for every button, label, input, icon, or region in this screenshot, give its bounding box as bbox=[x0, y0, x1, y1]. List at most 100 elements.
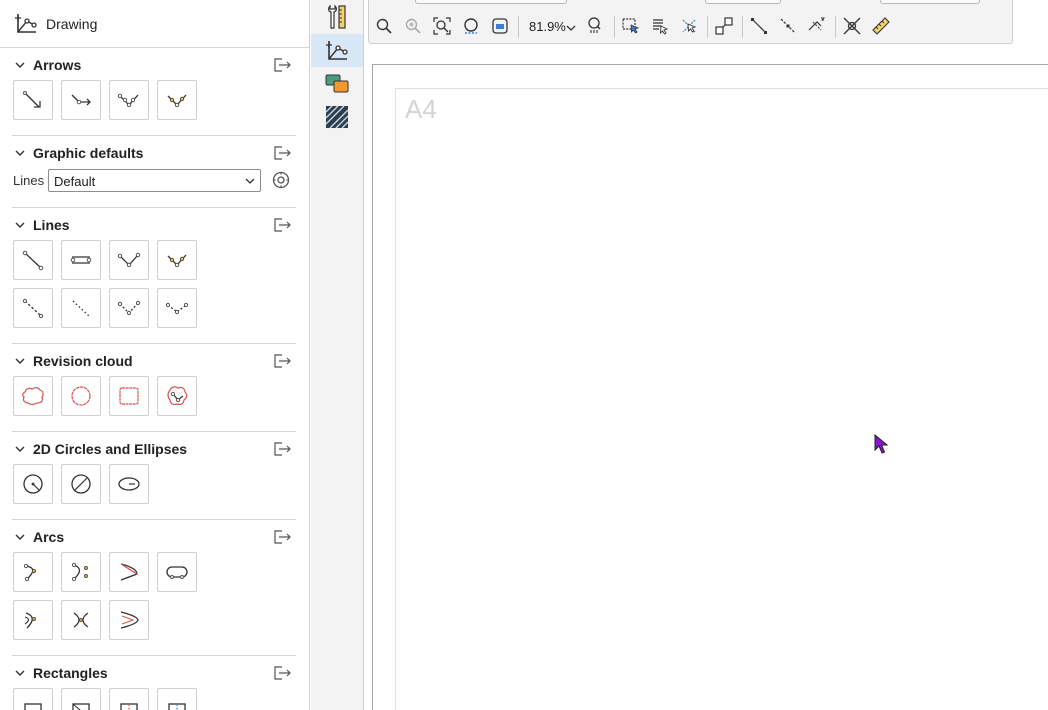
gear-icon[interactable] bbox=[272, 171, 290, 189]
chevron-down-icon[interactable] bbox=[14, 147, 26, 159]
undock-icon[interactable] bbox=[274, 666, 292, 680]
arrow-tool-polyline[interactable] bbox=[109, 80, 149, 120]
ruler-icon bbox=[872, 17, 890, 35]
undock-icon[interactable] bbox=[274, 146, 292, 160]
chevron-down-icon[interactable] bbox=[14, 531, 26, 543]
deselect-button[interactable] bbox=[678, 15, 700, 37]
snap-endpoint-button[interactable] bbox=[748, 15, 770, 37]
measure-button[interactable] bbox=[870, 15, 892, 37]
undock-icon[interactable] bbox=[274, 442, 292, 456]
section-header-lines[interactable]: Lines bbox=[0, 213, 308, 237]
chevron-down-icon[interactable] bbox=[14, 355, 26, 367]
rectangle-rounded-tool[interactable] bbox=[157, 688, 197, 710]
snap-intersection-button[interactable] bbox=[841, 15, 863, 37]
select-entities-button[interactable] bbox=[620, 15, 642, 37]
revision-cloud-edit-tool[interactable] bbox=[157, 376, 197, 416]
zoom-level-value[interactable]: 81.9% bbox=[529, 19, 566, 34]
arc-double-tool[interactable] bbox=[13, 600, 53, 640]
obround-icon bbox=[166, 566, 188, 579]
section-divider bbox=[12, 431, 296, 432]
chevron-down-icon[interactable] bbox=[566, 24, 576, 32]
arc-center-tool[interactable] bbox=[61, 552, 101, 592]
zoom-selection-icon bbox=[492, 18, 508, 34]
tab-modify[interactable] bbox=[311, 67, 363, 100]
arc-center-icon bbox=[71, 562, 88, 582]
circle-diameter-tool[interactable] bbox=[61, 464, 101, 504]
chevron-down-icon[interactable] bbox=[14, 59, 26, 71]
snap-midpoint-button[interactable] bbox=[777, 15, 799, 37]
undock-icon[interactable] bbox=[274, 58, 292, 72]
zoom-icon bbox=[376, 18, 392, 34]
arc-concentric-tool[interactable] bbox=[61, 600, 101, 640]
toolbar-stub[interactable] bbox=[880, 0, 980, 4]
rectangle-tool[interactable] bbox=[13, 688, 53, 710]
section-arrows: Arrows bbox=[0, 53, 308, 141]
zoom-selection-button[interactable] bbox=[489, 15, 511, 37]
drawing-sheet[interactable]: A4 bbox=[372, 64, 1048, 710]
zoom-button[interactable] bbox=[373, 15, 395, 37]
lines-style-select[interactable]: Default bbox=[48, 169, 261, 192]
dashed-dimension-tool[interactable] bbox=[61, 288, 101, 328]
zoom-100-icon bbox=[588, 17, 601, 33]
ellipse-tool[interactable] bbox=[109, 464, 149, 504]
rectangle-icon bbox=[24, 703, 42, 710]
snap-perpendicular-button[interactable] bbox=[806, 15, 828, 37]
chevron-down-icon[interactable] bbox=[14, 443, 26, 455]
zoom-extents-icon bbox=[433, 17, 451, 35]
zoom-100-button[interactable] bbox=[585, 15, 607, 37]
dash-line-icon bbox=[72, 300, 90, 317]
toolbar-stub[interactable] bbox=[705, 0, 781, 4]
arc-sector-tool[interactable] bbox=[109, 552, 149, 592]
polyline-tool[interactable] bbox=[109, 240, 149, 280]
snap-perpendicular-icon bbox=[808, 17, 826, 31]
zoom-window-button[interactable] bbox=[460, 15, 482, 37]
dimension-line-icon bbox=[70, 256, 92, 264]
spline-line-tool[interactable] bbox=[157, 240, 197, 280]
select-icon bbox=[622, 18, 640, 34]
revision-cloud-circle-tool[interactable] bbox=[61, 376, 101, 416]
chevron-down-icon[interactable] bbox=[14, 219, 26, 231]
revision-cloud-rectangle-tool[interactable] bbox=[109, 376, 149, 416]
chevron-down-icon bbox=[245, 178, 255, 184]
undock-icon[interactable] bbox=[274, 354, 292, 368]
rectangle-diagonal-tool[interactable] bbox=[61, 688, 101, 710]
section-header-arrows[interactable]: Arrows bbox=[0, 53, 308, 77]
chevron-down-icon[interactable] bbox=[14, 667, 26, 679]
arrow-tool-twoline[interactable] bbox=[61, 80, 101, 120]
section-header-graphic-defaults[interactable]: Graphic defaults bbox=[0, 141, 308, 165]
zoom-extents-button[interactable] bbox=[431, 15, 453, 37]
circle-center-radius-tool[interactable] bbox=[13, 464, 53, 504]
select-properties-icon bbox=[653, 19, 669, 35]
dashed-spline-tool[interactable] bbox=[157, 288, 197, 328]
revision-cloud-edit-icon bbox=[167, 386, 188, 406]
tab-tools[interactable] bbox=[311, 0, 363, 33]
section-header-rectangles[interactable]: Rectangles bbox=[0, 661, 308, 685]
section-header-circles-ellipses[interactable]: 2D Circles and Ellipses bbox=[0, 437, 308, 461]
dimension-line-tool[interactable] bbox=[61, 240, 101, 280]
tab-drawing[interactable] bbox=[311, 34, 363, 67]
revision-cloud-freeform-tool[interactable] bbox=[13, 376, 53, 416]
undock-icon[interactable] bbox=[274, 530, 292, 544]
arc-obround-tool[interactable] bbox=[157, 552, 197, 592]
toolbar-stub[interactable] bbox=[415, 0, 567, 4]
drawing-canvas[interactable]: A4 bbox=[365, 44, 1048, 710]
section-header-arcs[interactable]: Arcs bbox=[0, 525, 308, 549]
arc-slot-tool[interactable] bbox=[109, 600, 149, 640]
arrow-tool-spline[interactable] bbox=[157, 80, 197, 120]
section-title-rectangles: Rectangles bbox=[33, 665, 108, 681]
rectangle-center-tool[interactable] bbox=[109, 688, 149, 710]
undock-icon[interactable] bbox=[274, 218, 292, 232]
section-divider bbox=[12, 519, 296, 520]
zoom-previous-button[interactable] bbox=[402, 15, 424, 37]
arc-slot-icon bbox=[120, 611, 139, 629]
mouse-cursor-icon bbox=[874, 434, 888, 454]
dashed-polyline-tool[interactable] bbox=[109, 288, 149, 328]
arc-three-point-tool[interactable] bbox=[13, 552, 53, 592]
snap-grid-button[interactable] bbox=[713, 15, 735, 37]
tab-hatch[interactable] bbox=[311, 100, 363, 133]
arrow-tool-line[interactable] bbox=[13, 80, 53, 120]
select-by-properties-button[interactable] bbox=[649, 15, 671, 37]
dashed-line-tool[interactable] bbox=[13, 288, 53, 328]
section-header-revision-cloud[interactable]: Revision cloud bbox=[0, 349, 308, 373]
line-tool[interactable] bbox=[13, 240, 53, 280]
